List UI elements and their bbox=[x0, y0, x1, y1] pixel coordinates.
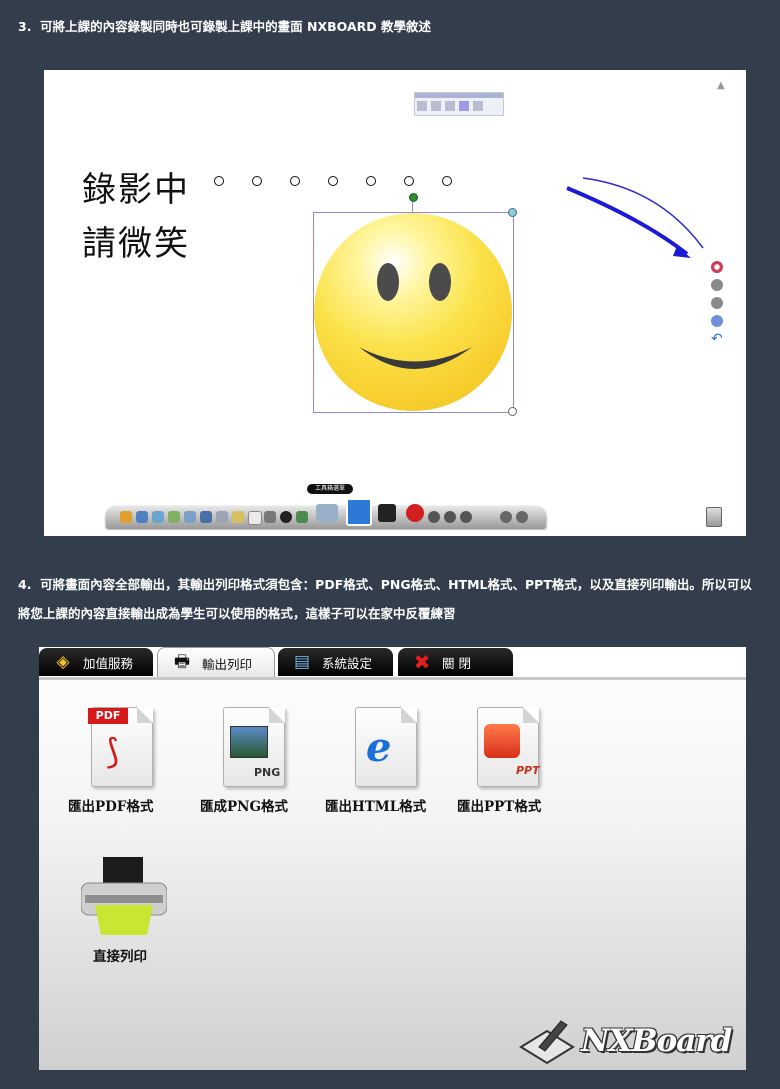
png-file-icon: PNG bbox=[223, 707, 285, 787]
close-icon: ✖ bbox=[413, 650, 431, 674]
table-icon[interactable] bbox=[445, 101, 455, 111]
export-png-label[interactable]: 匯成PNG格式 bbox=[200, 795, 288, 815]
dot bbox=[366, 176, 376, 186]
gallery-icon[interactable] bbox=[316, 504, 338, 522]
stop-button[interactable] bbox=[711, 297, 723, 309]
dot bbox=[214, 176, 224, 186]
export-html-button[interactable]: e bbox=[355, 707, 419, 787]
resize-handle-top-right[interactable] bbox=[508, 208, 517, 217]
shape-icon[interactable] bbox=[200, 511, 212, 523]
direct-print-button[interactable] bbox=[80, 855, 168, 935]
direct-print-label[interactable]: 直接列印 bbox=[93, 945, 147, 965]
tab-bar: ◈ 加值服務 🖶 輸出列印 ▤ 系統設定 ✖ 關 閉 bbox=[39, 647, 746, 678]
power-icon[interactable] bbox=[406, 504, 424, 522]
tab-label: 加值服務 bbox=[83, 655, 134, 671]
export-pdf-label[interactable]: 匯出PDF格式 bbox=[68, 795, 153, 815]
ppt-badge: PPT bbox=[516, 764, 540, 777]
png-badge: PNG bbox=[254, 766, 281, 779]
export-ppt-button[interactable]: PPT bbox=[477, 707, 541, 787]
text-icon[interactable] bbox=[216, 511, 228, 523]
photo-icon bbox=[230, 726, 268, 758]
scroll-up-icon[interactable]: ▲ bbox=[717, 80, 725, 91]
tab-value-added-services[interactable]: ◈ 加值服務 bbox=[39, 648, 153, 676]
save-recording-button[interactable] bbox=[711, 315, 723, 327]
tab-strip bbox=[39, 677, 746, 680]
section-text: 可將畫面內容全部輸出，其輸出列印格式須包含：PDF格式、PNG格式、HTML格式… bbox=[18, 577, 752, 621]
pause-button[interactable] bbox=[711, 279, 723, 291]
brush-icon[interactable] bbox=[168, 511, 180, 523]
whiteboard-canvas[interactable]: ▲ 錄影中 請微笑 ↶ 工具箱選單 bbox=[44, 70, 746, 536]
tab-label: 輸出列印 bbox=[202, 656, 253, 672]
tab-label: 系統設定 bbox=[322, 655, 373, 671]
section-4-heading: 4. 可將畫面內容全部輸出，其輸出列印格式須包含：PDF格式、PNG格式、HTM… bbox=[18, 570, 763, 628]
dot bbox=[290, 176, 300, 186]
next-page-icon[interactable] bbox=[444, 511, 456, 523]
zoom-out-icon[interactable] bbox=[500, 511, 512, 523]
eraser-icon[interactable] bbox=[184, 511, 196, 523]
selection-box[interactable] bbox=[313, 212, 514, 413]
export-html-label[interactable]: 匯出HTML格式 bbox=[325, 795, 426, 815]
list-icon[interactable] bbox=[417, 101, 427, 111]
pdf-file-icon: PDF ⟆ bbox=[88, 707, 153, 787]
ppt-file-icon: PPT bbox=[477, 707, 540, 787]
rotate-handle[interactable] bbox=[409, 193, 418, 202]
section-text: 可將上課的內容錄製同時也可錄製上課中的畫面 NXBOARD 教學敘述 bbox=[40, 19, 431, 34]
recording-text-line2: 請微笑 bbox=[82, 224, 190, 264]
pages-icon[interactable] bbox=[346, 498, 372, 526]
settings-icon: ▤ bbox=[293, 652, 311, 672]
tab-label: 關 閉 bbox=[442, 655, 471, 671]
dot bbox=[404, 176, 414, 186]
zoom-in-icon[interactable] bbox=[516, 511, 528, 523]
nxboard-logo: NXBoard bbox=[517, 1017, 739, 1067]
acrobat-icon: ⟆ bbox=[106, 732, 120, 772]
prev-page-icon[interactable] bbox=[428, 511, 440, 523]
html-file-icon: e bbox=[355, 707, 417, 787]
export-pdf-button[interactable]: PDF ⟆ bbox=[88, 707, 155, 787]
layers-icon: ◈ bbox=[56, 652, 70, 672]
color-icon[interactable] bbox=[459, 101, 469, 111]
export-png-button[interactable]: PNG bbox=[223, 707, 287, 787]
screen-icon[interactable] bbox=[264, 511, 276, 523]
highlighter-icon[interactable] bbox=[152, 511, 164, 523]
grid-icon[interactable] bbox=[431, 101, 441, 111]
main-toolbar[interactable] bbox=[106, 498, 546, 528]
powerpoint-icon bbox=[484, 724, 520, 758]
capture-icon[interactable] bbox=[280, 511, 292, 523]
pen-arrows bbox=[566, 177, 704, 258]
pen-icon[interactable] bbox=[136, 511, 148, 523]
add-page-icon[interactable] bbox=[460, 511, 472, 523]
tab-system-settings[interactable]: ▤ 系統設定 bbox=[278, 648, 393, 676]
save-icon[interactable] bbox=[378, 504, 396, 522]
section-number: 3. bbox=[18, 19, 32, 34]
magic-icon[interactable] bbox=[232, 511, 244, 523]
printer-icon: 🖶 bbox=[173, 651, 191, 672]
pen-logo-icon bbox=[519, 1020, 575, 1065]
logo-text: NXBoard bbox=[581, 1023, 732, 1059]
trash-icon[interactable] bbox=[706, 507, 722, 527]
tab-export-print[interactable]: 🖶 輸出列印 bbox=[157, 647, 275, 678]
export-ppt-label[interactable]: 匯出PPT格式 bbox=[457, 795, 541, 815]
record-button[interactable] bbox=[711, 261, 723, 273]
browser-e-icon: e bbox=[366, 724, 392, 771]
chart-icon[interactable] bbox=[473, 101, 483, 111]
resize-handle-bottom-right[interactable] bbox=[508, 407, 517, 416]
undo-icon[interactable]: ↶ bbox=[711, 332, 723, 346]
tab-close[interactable]: ✖ 關 閉 bbox=[398, 648, 513, 676]
section-3-heading: 3. 可將上課的內容錄製同時也可錄製上課中的畫面 NXBOARD 教學敘述 bbox=[18, 16, 431, 38]
recording-dots bbox=[214, 176, 452, 186]
dot bbox=[252, 176, 262, 186]
select-icon[interactable] bbox=[248, 511, 262, 525]
pdf-badge: PDF bbox=[88, 708, 128, 724]
dot bbox=[442, 176, 452, 186]
recording-text-line1: 錄影中 bbox=[82, 170, 190, 210]
section-number: 4. bbox=[18, 577, 32, 592]
media-icon[interactable] bbox=[296, 511, 308, 523]
dot bbox=[328, 176, 338, 186]
toolbox-tag[interactable]: 工具箱選單 bbox=[307, 484, 353, 494]
printer-icon bbox=[80, 857, 168, 935]
floating-toolbar[interactable] bbox=[414, 92, 504, 116]
palette-icon[interactable] bbox=[120, 511, 132, 523]
floating-toolbar-titlebar[interactable] bbox=[415, 93, 503, 98]
export-panel: ◈ 加值服務 🖶 輸出列印 ▤ 系統設定 ✖ 關 閉 PDF ⟆ 匯出PDF格式… bbox=[39, 647, 746, 1070]
